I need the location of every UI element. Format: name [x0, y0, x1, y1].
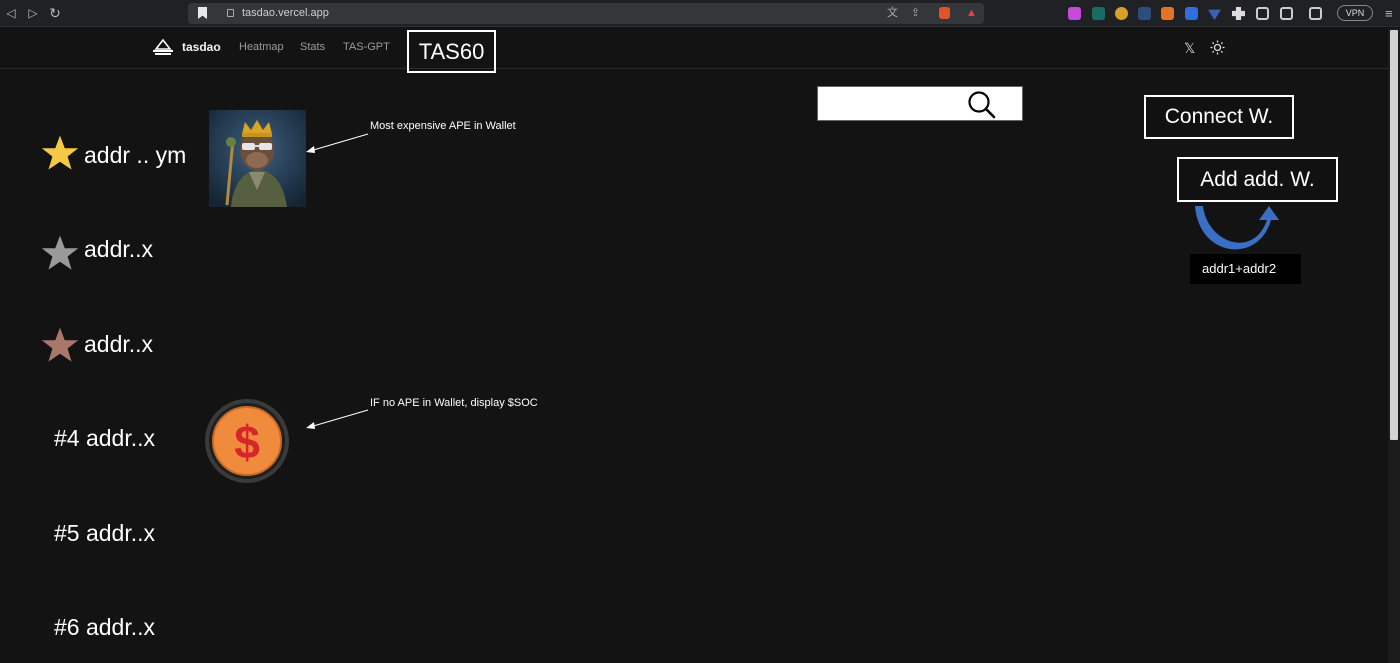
leaderboard-entry-5[interactable]: #5 addr..x: [54, 520, 155, 547]
extension-icon[interactable]: [1208, 9, 1221, 20]
translate-icon[interactable]: 文: [886, 7, 899, 20]
curved-arrow-icon: [1195, 206, 1279, 250]
page-scrollbar[interactable]: [1388, 28, 1400, 663]
forward-icon[interactable]: ▷: [26, 6, 40, 20]
site-header: tasdao Heatmap Stats TAS-GPT TAS60 𝕏: [0, 28, 1388, 73]
leaderboard-entry-6[interactable]: #6 addr..x: [54, 614, 155, 641]
gold-star-icon: [41, 135, 79, 170]
browser-toolbar: ◁ ▷ ↻ tasdao.vercel.app 文 ⇪ ▲ VPN ≡: [0, 0, 1400, 27]
back-icon[interactable]: ◁: [4, 6, 18, 20]
bronze-star-icon: [41, 327, 79, 362]
ape-nft-image[interactable]: [209, 110, 306, 207]
tas60-button[interactable]: TAS60: [407, 30, 496, 73]
brave-shield-icon[interactable]: [939, 7, 950, 19]
metamask-icon[interactable]: [1161, 7, 1174, 20]
soc-coin-icon[interactable]: $: [204, 398, 290, 484]
menu-icon[interactable]: ≡: [1385, 6, 1393, 21]
sidebar-icon[interactable]: [1280, 7, 1293, 20]
share-icon[interactable]: ⇪: [909, 7, 922, 20]
extension-icon[interactable]: [1068, 7, 1081, 20]
vpn-button[interactable]: VPN: [1337, 5, 1373, 21]
search-icon[interactable]: [967, 91, 997, 119]
leaderboard-entry-1[interactable]: addr .. ym: [84, 142, 186, 169]
url-text: tasdao.vercel.app: [242, 7, 329, 19]
nav-tas-gpt[interactable]: TAS-GPT: [343, 41, 390, 53]
logo-icon[interactable]: [152, 38, 174, 56]
theme-toggle-sun-icon[interactable]: [1210, 40, 1225, 55]
add-wallet-button[interactable]: Add add. W.: [1177, 157, 1338, 202]
extension-icon[interactable]: [1185, 7, 1198, 20]
combined-address-label: addr1+addr2: [1190, 254, 1301, 284]
connect-wallet-button[interactable]: Connect W.: [1144, 95, 1294, 139]
bookmark-icon[interactable]: [198, 7, 207, 19]
brand-name[interactable]: tasdao: [182, 40, 221, 54]
silver-star-icon: [41, 235, 79, 270]
lock-icon: [227, 9, 234, 17]
nav-heatmap[interactable]: Heatmap: [239, 41, 284, 53]
extension-icon[interactable]: [1115, 7, 1128, 20]
x-twitter-icon[interactable]: 𝕏: [1184, 40, 1195, 57]
reload-icon[interactable]: ↻: [48, 6, 62, 20]
ape-annotation: Most expensive APE in Wallet: [370, 120, 516, 132]
annotation-arrow-icon: [306, 133, 369, 153]
leaderboard-entry-2[interactable]: addr..x: [84, 236, 153, 263]
nav-stats[interactable]: Stats: [300, 41, 325, 53]
svg-text:$: $: [234, 416, 260, 468]
annotation-arrow-icon: [306, 409, 369, 429]
scrollbar-thumb[interactable]: [1390, 30, 1398, 440]
address-bar[interactable]: tasdao.vercel.app 文 ⇪ ▲: [188, 3, 984, 24]
extension-icon[interactable]: [1092, 7, 1105, 20]
leaderboard-entry-3[interactable]: addr..x: [84, 331, 153, 358]
wallet-icon[interactable]: [1309, 7, 1322, 20]
soc-annotation: IF no APE in Wallet, display $SOC: [370, 397, 538, 409]
extension-icon[interactable]: [1138, 7, 1151, 20]
leaderboard-entry-4[interactable]: #4 addr..x: [54, 425, 155, 452]
brave-rewards-icon[interactable]: ▲: [965, 7, 978, 20]
extensions-puzzle-icon[interactable]: [1232, 7, 1245, 20]
reading-list-icon[interactable]: [1256, 7, 1269, 20]
search-input[interactable]: [822, 91, 982, 117]
